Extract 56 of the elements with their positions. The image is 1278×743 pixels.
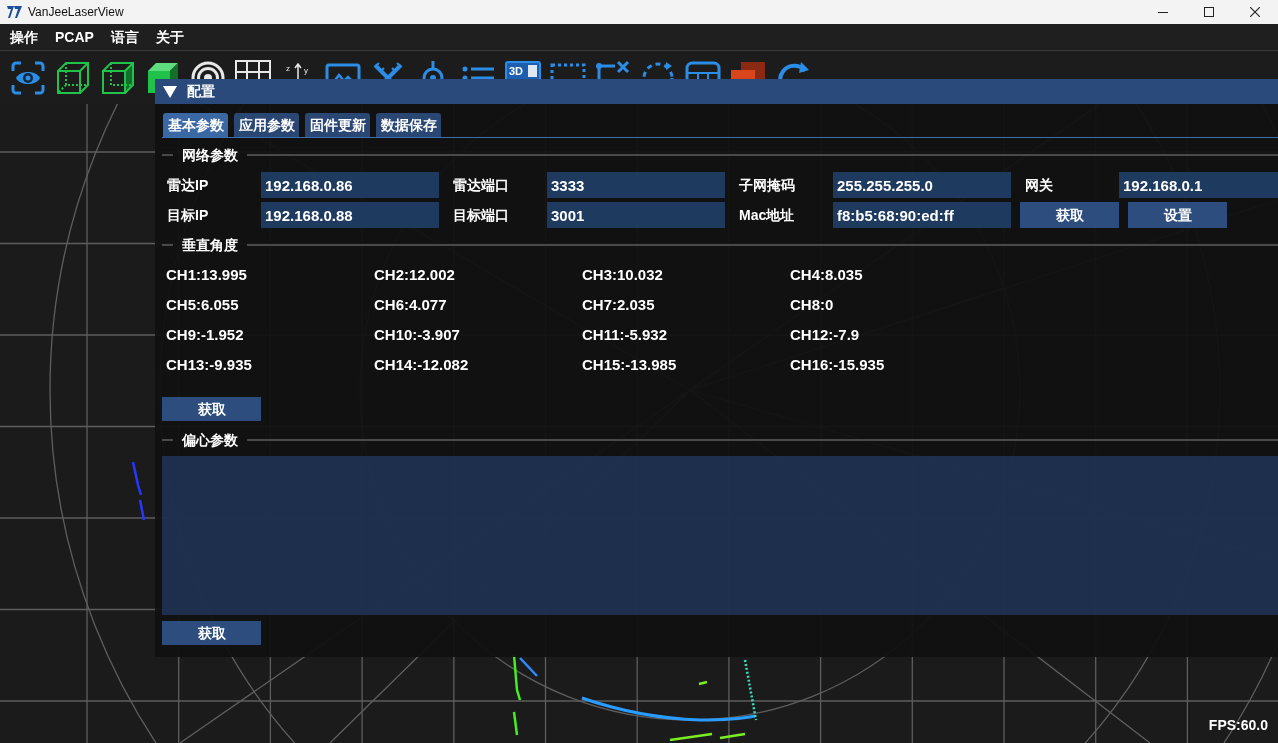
channel-angle: CH5:6.055 xyxy=(166,294,239,315)
input-field[interactable]: 192.168.0.88 xyxy=(261,202,439,228)
button[interactable]: 获取 xyxy=(1020,202,1119,228)
wireframe-cube-icon[interactable] xyxy=(55,60,91,96)
collapse-triangle-icon[interactable] xyxy=(163,85,177,98)
channel-angle: CH16:-15.935 xyxy=(790,354,885,375)
field-label: 子网掩码 xyxy=(739,177,795,193)
channel-angle: CH1:13.995 xyxy=(166,264,247,285)
field-label: 目标IP xyxy=(167,207,209,223)
menu-item[interactable]: 语言 xyxy=(110,28,139,46)
app-logo-icon xyxy=(7,5,22,19)
fps-readout: FPS:60.0 xyxy=(1208,716,1268,735)
channel-angle: CH3:10.032 xyxy=(582,264,663,285)
channel-angle: CH13:-9.935 xyxy=(166,354,252,375)
close-icon xyxy=(1250,7,1260,17)
channel-angle: CH12:-7.9 xyxy=(790,324,860,345)
minimize-icon xyxy=(1158,11,1168,13)
input-field[interactable]: 3001 xyxy=(547,202,725,228)
input-field[interactable]: 255.255.255.0 xyxy=(833,172,1011,198)
tab[interactable]: 固件更新 xyxy=(305,113,370,137)
channel-angle: CH11:-5.932 xyxy=(582,324,668,345)
input-field[interactable]: 3333 xyxy=(547,172,725,198)
channel-angle: CH4:8.035 xyxy=(790,264,863,285)
tab[interactable]: 基本参数 xyxy=(163,113,228,137)
field-label: 雷达端口 xyxy=(453,177,509,193)
field-label: 目标端口 xyxy=(453,207,509,223)
menu-item[interactable]: 操作 xyxy=(10,28,38,46)
channel-angle: CH2:12.002 xyxy=(374,264,455,285)
button[interactable]: 获取 xyxy=(162,397,261,421)
channel-angle: CH6:4.077 xyxy=(374,294,447,315)
cube-icon[interactable] xyxy=(100,60,136,96)
input-field[interactable]: f8:b5:68:90:ed:ff xyxy=(833,202,1011,228)
dialog-title: 配置 xyxy=(187,82,215,101)
window-title: VanJeeLaserView xyxy=(28,4,124,21)
channel-angle: CH14:-12.082 xyxy=(374,354,469,375)
channel-angle: CH8:0 xyxy=(790,294,834,315)
field-label: 网关 xyxy=(1025,177,1053,193)
eye-icon[interactable] xyxy=(10,60,46,96)
button[interactable]: 设置 xyxy=(1128,202,1227,228)
menu-item[interactable]: PCAP xyxy=(55,28,94,46)
channel-angle: CH9:-1.952 xyxy=(166,324,244,345)
menu-item[interactable]: 关于 xyxy=(155,28,184,46)
section-title: 网络参数 xyxy=(181,146,239,164)
channel-angle: CH7:2.035 xyxy=(582,294,655,315)
channel-angle: CH10:-3.907 xyxy=(374,324,460,345)
section-title: 垂直角度 xyxy=(181,236,239,254)
input-field[interactable]: 192.168.0.86 xyxy=(261,172,439,198)
field-label: 雷达IP xyxy=(167,177,209,193)
input-field[interactable]: 192.168.0.1 xyxy=(1119,172,1278,198)
maximize-icon xyxy=(1204,7,1214,17)
button[interactable]: 获取 xyxy=(162,621,261,645)
section-title: 偏心参数 xyxy=(181,431,239,449)
tab[interactable]: 应用参数 xyxy=(234,113,299,137)
field-label: Mac地址 xyxy=(739,207,795,223)
tab[interactable]: 数据保存 xyxy=(376,113,441,137)
channel-angle: CH15:-13.985 xyxy=(582,354,677,375)
